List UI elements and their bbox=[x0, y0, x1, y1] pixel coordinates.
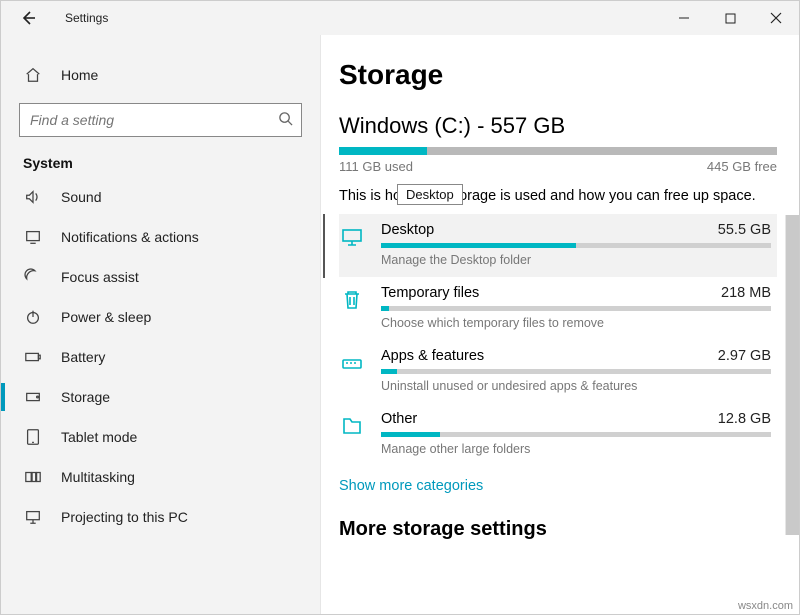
category-sub: Manage the Desktop folder bbox=[381, 253, 771, 267]
category-sub: Uninstall unused or undesired apps & fea… bbox=[381, 379, 771, 393]
category-other[interactable]: Other 12.8 GB Manage other large folders bbox=[339, 403, 777, 466]
category-size: 2.97 GB bbox=[718, 348, 771, 364]
category-bar bbox=[381, 369, 771, 374]
nav-item-label: Projecting to this PC bbox=[61, 509, 188, 525]
used-label: 111 GB used bbox=[339, 159, 413, 174]
category-name: Desktop bbox=[381, 222, 434, 238]
nav-home-label: Home bbox=[61, 67, 98, 83]
multitasking-icon bbox=[23, 467, 43, 487]
category-name: Temporary files bbox=[381, 285, 479, 301]
notifications-icon bbox=[23, 227, 43, 247]
sidebar: Home System Sound Notifications & action… bbox=[1, 35, 321, 614]
drive-usage-bar bbox=[339, 147, 777, 155]
show-more-link[interactable]: Show more categories bbox=[339, 478, 483, 494]
category-temporary-files[interactable]: Temporary files 218 MB Choose which tempo… bbox=[339, 277, 777, 340]
nav-item-label: Sound bbox=[61, 189, 101, 205]
scrollbar[interactable] bbox=[785, 215, 799, 614]
battery-icon bbox=[23, 347, 43, 367]
search-box[interactable] bbox=[19, 103, 302, 137]
back-button[interactable] bbox=[7, 1, 49, 35]
close-icon bbox=[770, 12, 782, 24]
maximize-icon bbox=[725, 13, 736, 24]
storage-description: This is how your storage is used and how… bbox=[339, 188, 777, 204]
desktop-icon bbox=[339, 224, 365, 250]
nav-home[interactable]: Home bbox=[1, 55, 320, 95]
free-label: 445 GB free bbox=[707, 159, 777, 174]
nav-item-focus-assist[interactable]: Focus assist bbox=[1, 257, 320, 297]
nav-item-projecting[interactable]: Projecting to this PC bbox=[1, 497, 320, 537]
page-title: Storage bbox=[339, 59, 777, 91]
tablet-icon bbox=[23, 427, 43, 447]
minimize-button[interactable] bbox=[661, 1, 707, 35]
nav-item-multitasking[interactable]: Multitasking bbox=[1, 457, 320, 497]
nav-item-label: Power & sleep bbox=[61, 309, 151, 325]
nav-item-sound[interactable]: Sound bbox=[1, 177, 320, 217]
tooltip: Desktop bbox=[397, 184, 463, 205]
nav-item-label: Multitasking bbox=[61, 469, 135, 485]
category-size: 12.8 GB bbox=[718, 411, 771, 427]
category-bar bbox=[381, 306, 771, 311]
arrow-left-icon bbox=[20, 10, 36, 26]
category-list: Desktop 55.5 GB Manage the Desktop folder… bbox=[339, 214, 777, 466]
storage-icon bbox=[23, 387, 43, 407]
nav-item-label: Tablet mode bbox=[61, 429, 137, 445]
more-storage-heading: More storage settings bbox=[339, 518, 777, 541]
focus-assist-icon bbox=[23, 267, 43, 287]
category-name: Apps & features bbox=[381, 348, 484, 364]
nav-item-label: Storage bbox=[61, 389, 110, 405]
category-sub: Choose which temporary files to remove bbox=[381, 316, 771, 330]
category-sub: Manage other large folders bbox=[381, 442, 771, 456]
sound-icon bbox=[23, 187, 43, 207]
home-icon bbox=[23, 65, 43, 85]
drive-title: Windows (C:) - 557 GB bbox=[339, 113, 777, 139]
category-apps-features[interactable]: Apps & features 2.97 GB Uninstall unused … bbox=[339, 340, 777, 403]
search-input[interactable] bbox=[28, 111, 278, 129]
category-bar bbox=[381, 432, 771, 437]
scrollbar-thumb[interactable] bbox=[785, 215, 799, 535]
category-desktop[interactable]: Desktop 55.5 GB Manage the Desktop folder bbox=[339, 214, 777, 277]
close-button[interactable] bbox=[753, 1, 799, 35]
drive-usage-fill bbox=[339, 147, 427, 155]
window-title: Settings bbox=[65, 11, 108, 25]
nav-section-header: System bbox=[1, 143, 320, 177]
nav-item-notifications[interactable]: Notifications & actions bbox=[1, 217, 320, 257]
minimize-icon bbox=[678, 12, 690, 24]
category-name: Other bbox=[381, 411, 417, 427]
maximize-button[interactable] bbox=[707, 1, 753, 35]
category-size: 218 MB bbox=[721, 285, 771, 301]
nav-item-label: Notifications & actions bbox=[61, 229, 199, 245]
watermark: wsxdn.com bbox=[738, 600, 793, 612]
main-content: Storage Windows (C:) - 557 GB 111 GB use… bbox=[321, 35, 799, 614]
titlebar: Settings bbox=[1, 1, 799, 35]
nav-item-power-sleep[interactable]: Power & sleep bbox=[1, 297, 320, 337]
apps-icon bbox=[339, 350, 365, 376]
category-bar bbox=[381, 243, 771, 248]
category-size: 55.5 GB bbox=[718, 222, 771, 238]
search-icon bbox=[278, 111, 293, 129]
nav-item-battery[interactable]: Battery bbox=[1, 337, 320, 377]
nav-item-label: Battery bbox=[61, 349, 105, 365]
nav-item-label: Focus assist bbox=[61, 269, 139, 285]
selection-accent bbox=[323, 214, 325, 278]
trash-icon bbox=[339, 287, 365, 313]
power-icon bbox=[23, 307, 43, 327]
folder-icon bbox=[339, 413, 365, 439]
projecting-icon bbox=[23, 507, 43, 527]
nav-item-storage[interactable]: Storage bbox=[1, 377, 320, 417]
nav-item-tablet-mode[interactable]: Tablet mode bbox=[1, 417, 320, 457]
